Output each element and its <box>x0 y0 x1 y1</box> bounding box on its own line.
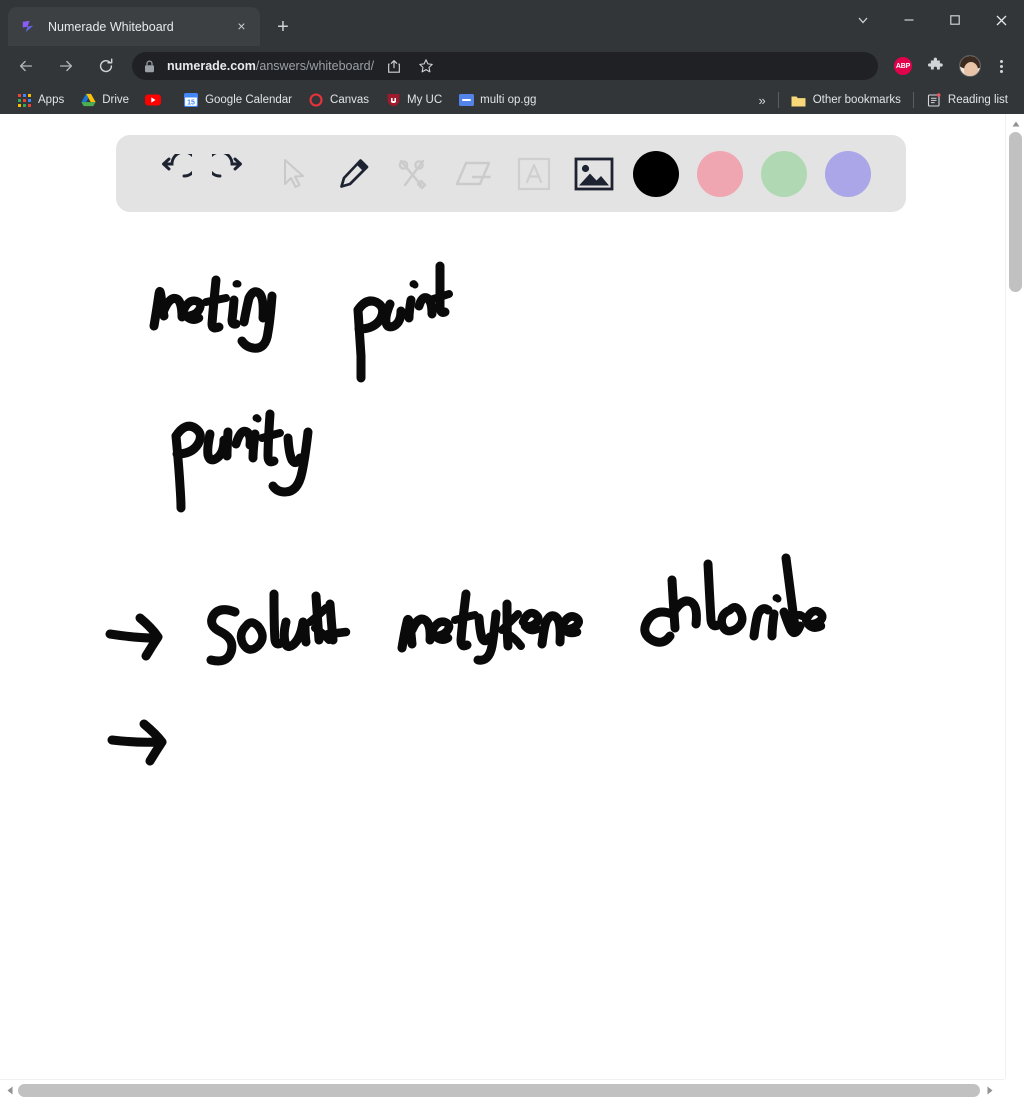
chrome-menu-icon[interactable] <box>990 59 1012 73</box>
bookmark-drive[interactable]: Drive <box>72 89 137 111</box>
reading-list-button[interactable]: Reading list <box>918 89 1016 111</box>
google-calendar-icon: 15 <box>183 92 199 108</box>
bookmark-label: Google Calendar <box>205 94 293 106</box>
uc-shield-icon <box>385 92 401 108</box>
window-controls <box>840 0 1024 40</box>
color-swatch-black[interactable] <box>633 150 679 197</box>
reading-list-label: Reading list <box>947 94 1008 106</box>
extensions-puzzle-icon[interactable] <box>927 57 945 75</box>
reload-icon[interactable] <box>91 51 121 81</box>
scroll-left-arrow[interactable] <box>2 1080 18 1100</box>
svg-text:15: 15 <box>187 100 195 107</box>
bookmark-label: Apps <box>38 94 65 106</box>
horizontal-scrollbar-thumb[interactable] <box>18 1084 980 1097</box>
chevron-down-icon[interactable] <box>840 0 886 40</box>
other-bookmarks-button[interactable]: Other bookmarks <box>783 89 909 111</box>
bookmark-label: Drive <box>102 94 130 106</box>
bookmark-label: My UC <box>407 94 443 106</box>
bookmarks-bar: Apps Drive 15 Google Calendar Canvas My … <box>0 86 1024 114</box>
scrollbar-corner <box>1005 1079 1024 1100</box>
google-drive-icon <box>80 92 96 108</box>
whiteboard-canvas[interactable] <box>0 114 1005 1079</box>
divider <box>777 92 779 108</box>
bookmark-star-icon[interactable] <box>414 54 438 78</box>
page-content <box>0 114 1024 1100</box>
apps-grid-icon <box>16 92 32 108</box>
divider <box>912 92 914 108</box>
whiteboard-toolbar <box>116 135 906 212</box>
lock-icon <box>144 60 158 73</box>
bookmark-multi-opgg[interactable]: multi op.gg <box>450 89 544 111</box>
bookmark-youtube[interactable] <box>137 89 175 111</box>
image-tool-button[interactable] <box>564 146 624 202</box>
select-tool-button[interactable] <box>263 146 323 202</box>
canvas-icon <box>308 92 324 108</box>
tab-strip: Numerade Whiteboard × + <box>0 0 1024 46</box>
other-bookmarks-label: Other bookmarks <box>812 94 901 106</box>
color-swatch-purple[interactable] <box>825 150 871 197</box>
scroll-right-arrow[interactable] <box>982 1080 998 1100</box>
bookmark-label: multi op.gg <box>480 94 537 106</box>
back-icon[interactable] <box>11 51 41 81</box>
close-icon[interactable]: × <box>233 18 250 35</box>
pen-tool-button[interactable] <box>323 146 383 202</box>
reading-list-icon <box>926 92 942 108</box>
omnibox-actions <box>378 54 442 78</box>
eraser-tool-button[interactable] <box>443 146 503 202</box>
forward-icon[interactable] <box>51 51 81 81</box>
color-swatch-pink[interactable] <box>697 150 743 197</box>
bookmark-apps[interactable]: Apps <box>8 89 72 111</box>
bookmarks-bar-right: » Other bookmarks Reading list <box>750 89 1016 111</box>
bookmark-canvas[interactable]: Canvas <box>300 89 377 111</box>
whiteboard-ink <box>105 261 827 766</box>
tools-button[interactable] <box>383 146 443 202</box>
bookmarks-overflow-icon[interactable]: » <box>750 93 773 108</box>
vertical-scrollbar-thumb[interactable] <box>1009 132 1022 292</box>
close-window-icon[interactable] <box>978 0 1024 40</box>
text-tool-button[interactable] <box>504 146 564 202</box>
share-icon[interactable] <box>382 54 406 78</box>
adblock-plus-icon[interactable]: ABP <box>894 57 912 75</box>
color-swatch-green[interactable] <box>761 150 807 197</box>
extension-icons: ABP <box>886 55 1018 77</box>
url-domain: numerade.com <box>167 59 256 73</box>
tab-title: Numerade Whiteboard <box>48 19 174 34</box>
url-path: /answers/whiteboard/ <box>255 59 375 73</box>
tab-numerade-whiteboard[interactable]: Numerade Whiteboard × <box>8 7 260 46</box>
avatar[interactable] <box>959 55 981 77</box>
youtube-icon <box>145 92 162 108</box>
address-bar[interactable]: numerade.com/answers/whiteboard/ <box>132 52 878 80</box>
navigation-bar: numerade.com/answers/whiteboard/ ABP <box>0 46 1024 86</box>
horizontal-scrollbar[interactable] <box>0 1079 1024 1100</box>
minimize-icon[interactable] <box>886 0 932 40</box>
vertical-scrollbar[interactable] <box>1005 114 1024 1079</box>
new-tab-button[interactable]: + <box>268 12 298 42</box>
numerade-logo-icon <box>20 18 37 35</box>
bookmark-google-calendar[interactable]: 15 Google Calendar <box>175 89 300 111</box>
browser-window: Numerade Whiteboard × + numerade.com/ans… <box>0 0 1024 1100</box>
bookmark-my-uc[interactable]: My UC <box>377 89 450 111</box>
maximize-icon[interactable] <box>932 0 978 40</box>
opgg-icon <box>458 92 474 108</box>
address-bar-url: numerade.com/answers/whiteboard/ <box>167 59 374 73</box>
folder-icon <box>791 92 807 108</box>
scroll-up-arrow[interactable] <box>1006 116 1024 132</box>
redo-button[interactable] <box>202 146 262 202</box>
undo-button[interactable] <box>142 146 202 202</box>
bookmark-label: Canvas <box>330 94 370 106</box>
